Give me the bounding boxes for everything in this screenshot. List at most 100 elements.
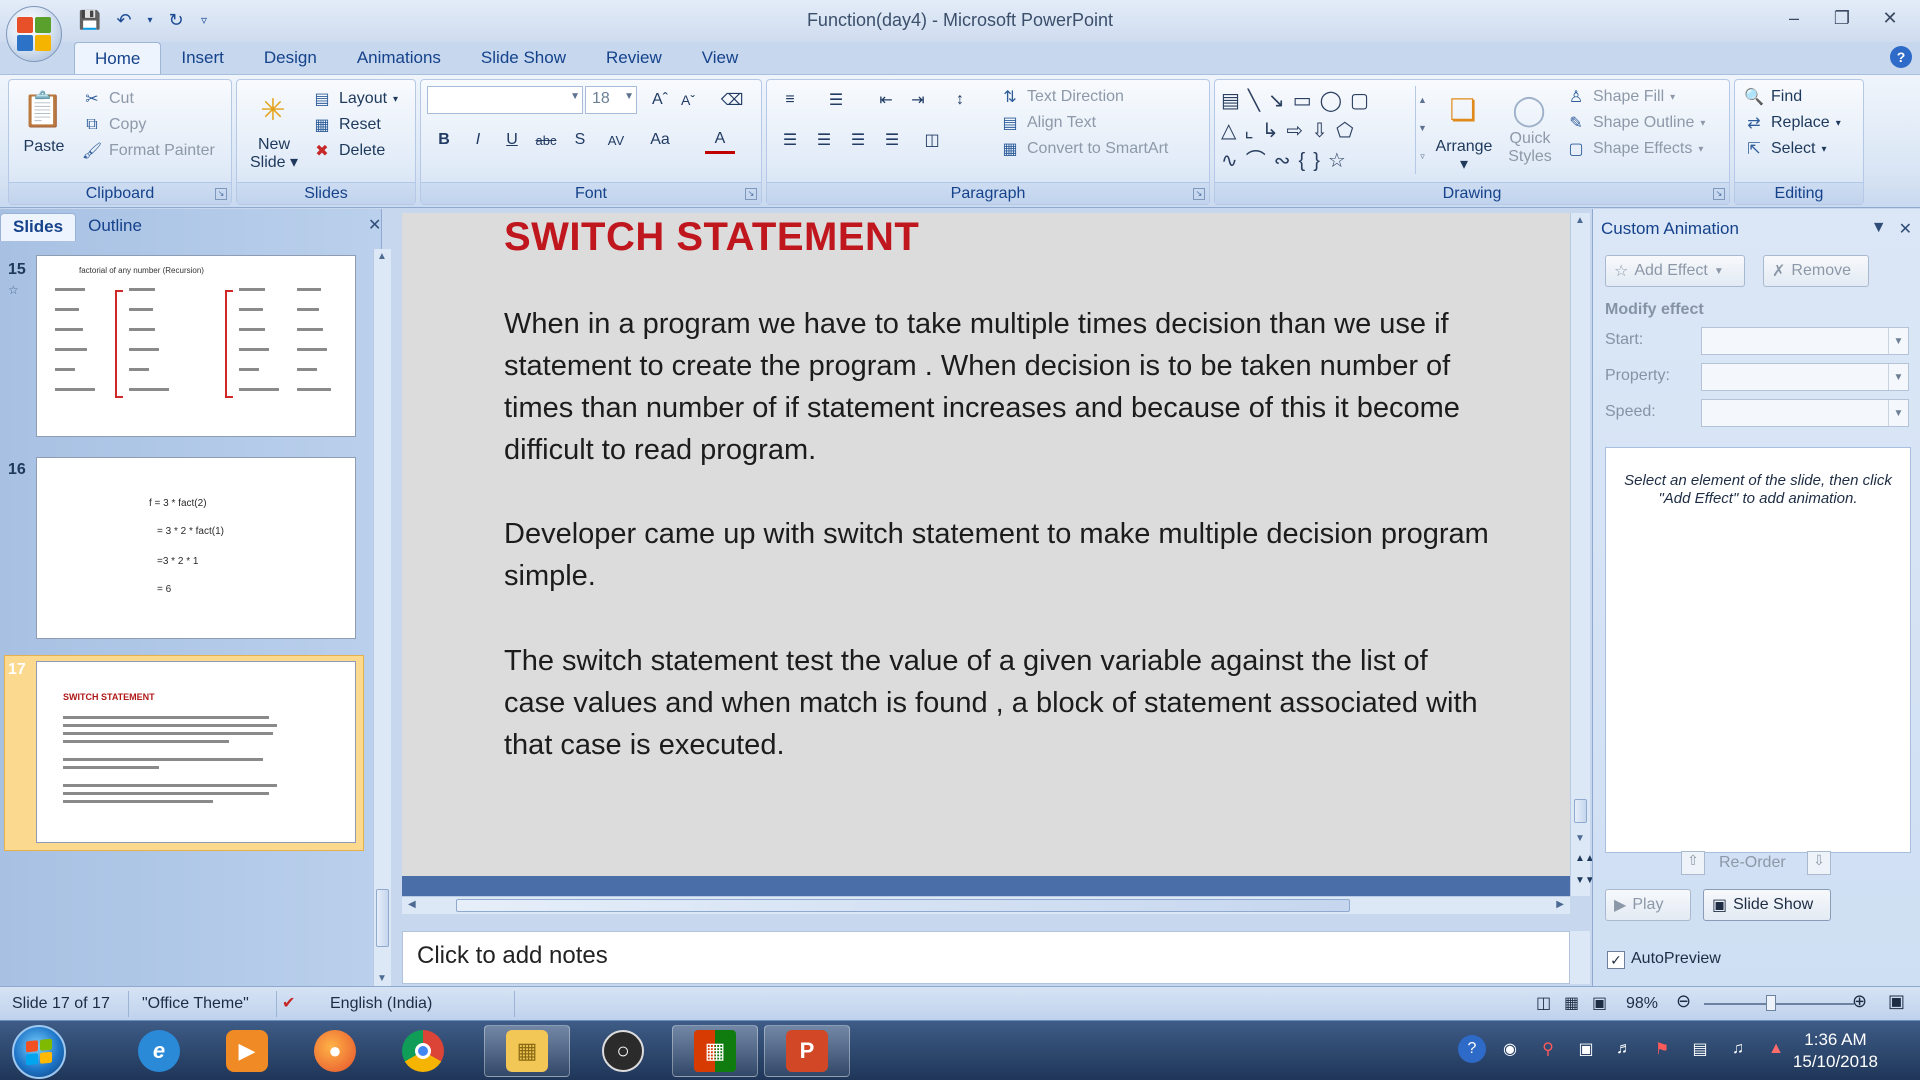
format-painter-button[interactable]: 🖌 Format Painter <box>81 140 215 162</box>
arrange-icon[interactable]: ❏ <box>1441 88 1485 132</box>
network-tray-icon[interactable]: ▲ <box>1762 1035 1790 1063</box>
taskbar-obs[interactable]: ○ <box>580 1025 666 1077</box>
rounded-rect-shape-icon[interactable]: ▢ <box>1350 90 1377 112</box>
scroll-thumb[interactable] <box>1574 799 1587 823</box>
taskbar-office-app[interactable]: ▦ <box>672 1025 758 1077</box>
freeform-shape-icon[interactable]: ∿ <box>1221 150 1246 172</box>
play-button[interactable]: ▶ Play <box>1605 889 1691 921</box>
office-button[interactable] <box>6 6 62 62</box>
dialog-launcher-icon[interactable]: ↘ <box>745 188 757 200</box>
gallery-scroll[interactable]: ▲ ▼ ▿ <box>1415 86 1429 174</box>
reset-button[interactable]: ▦ Reset <box>311 114 380 136</box>
scroll-down-icon[interactable]: ▼ <box>377 973 387 984</box>
speaker-tray-icon[interactable]: ♬ <box>1610 1035 1638 1063</box>
add-effect-button[interactable]: ☆ Add Effect ▼ <box>1605 255 1745 287</box>
find-button[interactable]: 🔍 Find <box>1743 86 1802 108</box>
select-button[interactable]: ⇱ Select ▾ <box>1743 138 1826 160</box>
tab-insert[interactable]: Insert <box>161 42 244 74</box>
zoom-in-icon[interactable]: ⊕ <box>1852 991 1867 1012</box>
taskbar-chrome[interactable] <box>380 1025 466 1077</box>
arrange-button[interactable]: Arrange ▾ <box>1431 138 1497 174</box>
right-brace-shape-icon[interactable]: } <box>1313 150 1328 172</box>
quick-styles-button[interactable]: Quick Styles <box>1503 130 1557 166</box>
change-case-icon[interactable]: Aa <box>645 126 675 154</box>
flag-tray-icon[interactable]: ⚑ <box>1648 1035 1676 1063</box>
theme-name[interactable]: "Office Theme" <box>142 995 249 1013</box>
slide-thumbnail-15[interactable]: factorial of any number (Recursion) <box>36 255 356 437</box>
zoom-out-icon[interactable]: ⊖ <box>1676 991 1691 1012</box>
scroll-right-icon[interactable]: ▶ <box>1556 899 1564 910</box>
slide-show-view-icon[interactable]: ▣ <box>1592 993 1607 1013</box>
reorder-up-icon[interactable]: ⇧ <box>1681 851 1705 875</box>
taskbar-firefox[interactable]: ● <box>292 1025 378 1077</box>
device-tray-icon[interactable]: ▤ <box>1686 1035 1714 1063</box>
justify-icon[interactable]: ☰ <box>877 126 907 154</box>
shape-effects-button[interactable]: ▢ Shape Effects ▾ <box>1565 138 1703 160</box>
scroll-down-icon[interactable]: ▼ <box>1575 833 1585 844</box>
normal-view-icon[interactable]: ◫ <box>1536 993 1551 1013</box>
left-brace-shape-icon[interactable]: { <box>1299 150 1314 172</box>
numbering-icon[interactable]: ☰ <box>821 86 851 114</box>
dialog-launcher-icon[interactable]: ↘ <box>1193 188 1205 200</box>
grow-font-icon[interactable]: Aˆ <box>645 86 675 114</box>
scroll-thumb[interactable] <box>376 889 389 947</box>
help-icon[interactable]: ? <box>1890 46 1912 68</box>
slide-vertical-scrollbar[interactable]: ▲ ▼ ▲▲ ▼▼ <box>1570 213 1595 896</box>
down-arrow-shape-icon[interactable]: ⇩ <box>1311 120 1336 142</box>
oval-shape-icon[interactable]: ◯ <box>1320 90 1350 112</box>
zoom-level[interactable]: 98% <box>1626 995 1658 1013</box>
taskbar-powerpoint[interactable]: P <box>764 1025 850 1077</box>
taskbar-internet-explorer[interactable]: e <box>116 1025 202 1077</box>
shape-fill-button[interactable]: ♙ Shape Fill ▾ <box>1565 86 1675 108</box>
slide-thumbnail-16[interactable]: f = 3 * fact(2) = 3 * 2 * fact(1) =3 * 2… <box>36 457 356 639</box>
slide-title[interactable]: SWITCH STATEMENT <box>504 215 919 260</box>
close-icon[interactable]: ✕ <box>368 215 381 235</box>
property-select[interactable]: ▼ <box>1701 363 1909 391</box>
right-arrow-shape-icon[interactable]: ⇨ <box>1287 120 1312 142</box>
bold-icon[interactable]: B <box>429 126 459 154</box>
dialog-launcher-icon[interactable]: ↘ <box>215 188 227 200</box>
help-tray-icon[interactable]: ? <box>1458 1035 1486 1063</box>
triangle-shape-icon[interactable]: △ <box>1221 120 1244 142</box>
fit-to-window-icon[interactable]: ▣ <box>1888 991 1905 1012</box>
italic-icon[interactable]: I <box>463 126 493 154</box>
start-select[interactable]: ▼ <box>1701 327 1909 355</box>
autopreview-checkbox[interactable]: ✓ <box>1607 951 1625 969</box>
dialog-launcher-icon[interactable]: ↘ <box>1713 188 1725 200</box>
volume-tray-icon[interactable]: ♫ <box>1724 1035 1752 1063</box>
rectangle-shape-icon[interactable]: ▭ <box>1293 90 1320 112</box>
tab-home[interactable]: Home <box>74 42 162 74</box>
obs-tray-icon[interactable]: ◉ <box>1496 1035 1524 1063</box>
delete-button[interactable]: ✖ Delete <box>311 140 385 162</box>
slide-thumbnail-17[interactable]: SWITCH STATEMENT <box>36 661 356 843</box>
speed-select[interactable]: ▼ <box>1701 399 1909 427</box>
minimize-icon[interactable]: – <box>1772 4 1816 32</box>
tab-view[interactable]: View <box>682 42 759 74</box>
shrink-font-icon[interactable]: Aˇ <box>673 86 703 114</box>
notes-pane[interactable]: Click to add notes <box>402 931 1570 984</box>
zoom-slider[interactable] <box>1704 1003 1854 1005</box>
scroll-up-icon[interactable]: ▲ <box>377 251 387 262</box>
increase-indent-icon[interactable]: ⇥ <box>903 86 933 114</box>
align-center-icon[interactable]: ☰ <box>809 126 839 154</box>
character-spacing-icon[interactable]: AV <box>601 126 631 154</box>
start-button[interactable] <box>12 1025 66 1079</box>
tab-animations[interactable]: Animations <box>337 42 461 74</box>
paste-button[interactable]: Paste <box>21 138 67 156</box>
columns-icon[interactable]: ◫ <box>917 126 947 154</box>
reorder-down-icon[interactable]: ⇩ <box>1807 851 1831 875</box>
arc-shape-icon[interactable]: ⌒ <box>1246 150 1274 172</box>
elbow-connector-shape-icon[interactable]: ↳ <box>1262 120 1287 142</box>
align-right-icon[interactable]: ☰ <box>843 126 873 154</box>
decrease-indent-icon[interactable]: ⇤ <box>871 86 901 114</box>
zoom-slider-thumb[interactable] <box>1766 995 1776 1011</box>
shape-outline-button[interactable]: ✎ Shape Outline ▾ <box>1565 112 1705 134</box>
tab-design[interactable]: Design <box>244 42 337 74</box>
notes-scrollbar[interactable] <box>1570 931 1590 984</box>
align-text-button[interactable]: ▤ Align Text <box>999 112 1096 134</box>
cut-button[interactable]: ✂ Cut <box>81 88 134 110</box>
restore-icon[interactable]: ❐ <box>1820 4 1864 32</box>
replace-button[interactable]: ⇄ Replace ▾ <box>1743 112 1840 134</box>
quick-styles-icon[interactable]: ◯ <box>1507 88 1551 132</box>
tab-review[interactable]: Review <box>586 42 682 74</box>
